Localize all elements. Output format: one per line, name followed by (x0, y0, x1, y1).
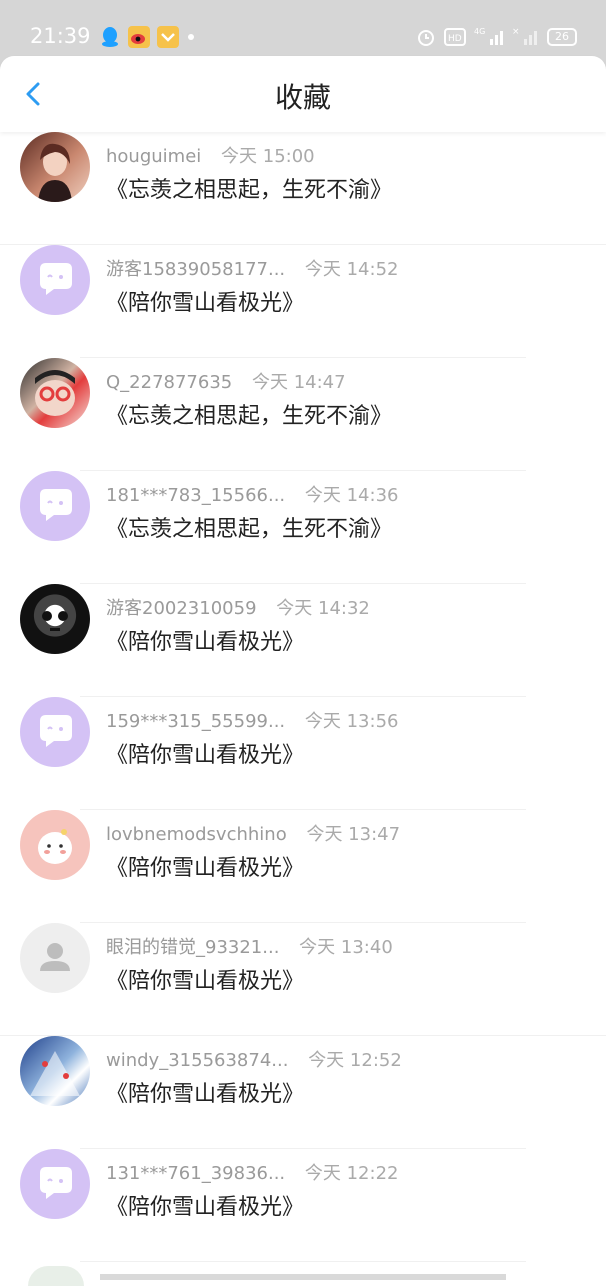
username: Q_227877635 (106, 372, 233, 393)
item-meta: 159***315_55599... 今天 13:56 (106, 707, 398, 733)
username: 159***315_55599... (106, 711, 286, 732)
username: 131***761_39836... (106, 1163, 286, 1184)
list-item[interactable]: 159***315_55599... 今天 13:56 《陪你雪山看极光》 (0, 697, 606, 810)
item-title: 《忘羡之相思起，生死不渝》 (106, 517, 393, 542)
list-item[interactable]: 游客15839058177... 今天 14:52 《陪你雪山看极光》 (0, 245, 606, 358)
avatar[interactable] (20, 1036, 90, 1106)
avatar[interactable] (20, 584, 90, 654)
username: 眼泪的错觉_93321... (106, 937, 280, 958)
username: lovbnemodsvchhino (106, 824, 287, 845)
weibo-icon (128, 26, 150, 48)
svg-text:4G: 4G (474, 27, 485, 36)
qq-icon (102, 27, 118, 47)
timestamp: 今天 13:47 (306, 824, 401, 845)
username: houguimei (106, 146, 202, 167)
item-meta: lovbnemodsvchhino 今天 13:47 (106, 820, 400, 846)
timestamp: 今天 14:32 (276, 598, 370, 619)
battery-indicator: 26 (547, 28, 577, 46)
avatar[interactable] (20, 697, 90, 767)
status-time: 21:39 (30, 24, 91, 48)
item-title: 《陪你雪山看极光》 (106, 291, 305, 316)
item-meta: 181***783_15566... 今天 14:36 (106, 481, 398, 507)
item-title: 《忘羡之相思起，生死不渝》 (106, 178, 393, 203)
list-item[interactable]: 131***761_39836... 今天 12:22 《陪你雪山看极光》 (0, 1149, 606, 1262)
item-meta: houguimei 今天 15:00 (106, 142, 315, 168)
timestamp: 今天 12:22 (304, 1163, 399, 1184)
signal-icon: × (512, 27, 537, 45)
signal-4g-icon: 4G (474, 27, 503, 45)
item-meta: 游客15839058177... 今天 14:52 (106, 255, 398, 281)
timestamp: 今天 12:52 (308, 1050, 402, 1071)
timestamp: 今天 15:00 (221, 146, 315, 167)
hd-icon: HD (444, 28, 466, 46)
app-header: 收藏 (0, 56, 606, 132)
timestamp: 今天 13:40 (299, 937, 393, 958)
timestamp: 今天 14:47 (251, 372, 346, 393)
favorites-list: houguimei 今天 15:00 《忘羡之相思起，生死不渝》 游客15839… (0, 132, 606, 1262)
avatar[interactable] (20, 810, 90, 880)
timestamp: 今天 13:56 (304, 711, 399, 732)
username: windy_315563874... (106, 1050, 289, 1071)
default-user-icon (40, 943, 70, 971)
list-item[interactable]: windy_315563874... 今天 12:52 《陪你雪山看极光》 (0, 1036, 606, 1149)
item-title: 《陪你雪山看极光》 (106, 630, 305, 655)
avatar[interactable] (20, 471, 90, 541)
avatar[interactable] (20, 923, 90, 993)
notification-dot (188, 34, 194, 40)
list-item[interactable]: 181***783_15566... 今天 14:36 《忘羡之相思起，生死不渝… (0, 471, 606, 584)
item-meta: Q_227877635 今天 14:47 (106, 368, 346, 394)
item-title: 《陪你雪山看极光》 (106, 1195, 305, 1220)
item-title: 《陪你雪山看极光》 (106, 1082, 305, 1107)
svg-text:HD: HD (448, 34, 462, 44)
item-title: 《忘羡之相思起，生死不渝》 (106, 404, 393, 429)
page-title: 收藏 (274, 81, 331, 114)
alarm-icon (418, 30, 434, 46)
list-item[interactable]: lovbnemodsvchhino 今天 13:47 《陪你雪山看极光》 (0, 810, 606, 923)
item-meta: 131***761_39836... 今天 12:22 (106, 1159, 398, 1185)
item-title: 《陪你雪山看极光》 (106, 856, 305, 881)
avatar[interactable] (28, 1266, 84, 1286)
timestamp: 今天 14:52 (304, 259, 399, 280)
list-item[interactable]: houguimei 今天 15:00 《忘羡之相思起，生死不渝》 (0, 132, 606, 245)
username: 181***783_15566... (106, 485, 286, 506)
item-meta-partial (100, 1274, 506, 1280)
wallet-icon (157, 26, 179, 48)
timestamp: 今天 14:36 (304, 485, 399, 506)
list-item[interactable]: Q_227877635 今天 14:47 《忘羡之相思起，生死不渝》 (0, 358, 606, 471)
username: 游客15839058177... (106, 259, 286, 280)
avatar[interactable] (20, 132, 90, 202)
avatar[interactable] (20, 245, 90, 315)
item-meta: windy_315563874... 今天 12:52 (106, 1046, 402, 1072)
svg-text:×: × (512, 27, 520, 37)
username: 游客2002310059 (106, 598, 257, 619)
battery-level: 26 (555, 30, 569, 43)
avatar[interactable] (20, 358, 90, 428)
list-item[interactable]: 眼泪的错觉_93321... 今天 13:40 《陪你雪山看极光》 (0, 923, 606, 1036)
item-title: 《陪你雪山看极光》 (106, 969, 305, 994)
item-title: 《陪你雪山看极光》 (106, 743, 305, 768)
list-item[interactable]: 游客2002310059 今天 14:32 《陪你雪山看极光》 (0, 584, 606, 697)
item-meta: 游客2002310059 今天 14:32 (106, 594, 370, 620)
avatar[interactable] (20, 1149, 90, 1219)
list-item-partial[interactable] (0, 1260, 606, 1286)
item-meta: 眼泪的错觉_93321... 今天 13:40 (106, 933, 393, 959)
